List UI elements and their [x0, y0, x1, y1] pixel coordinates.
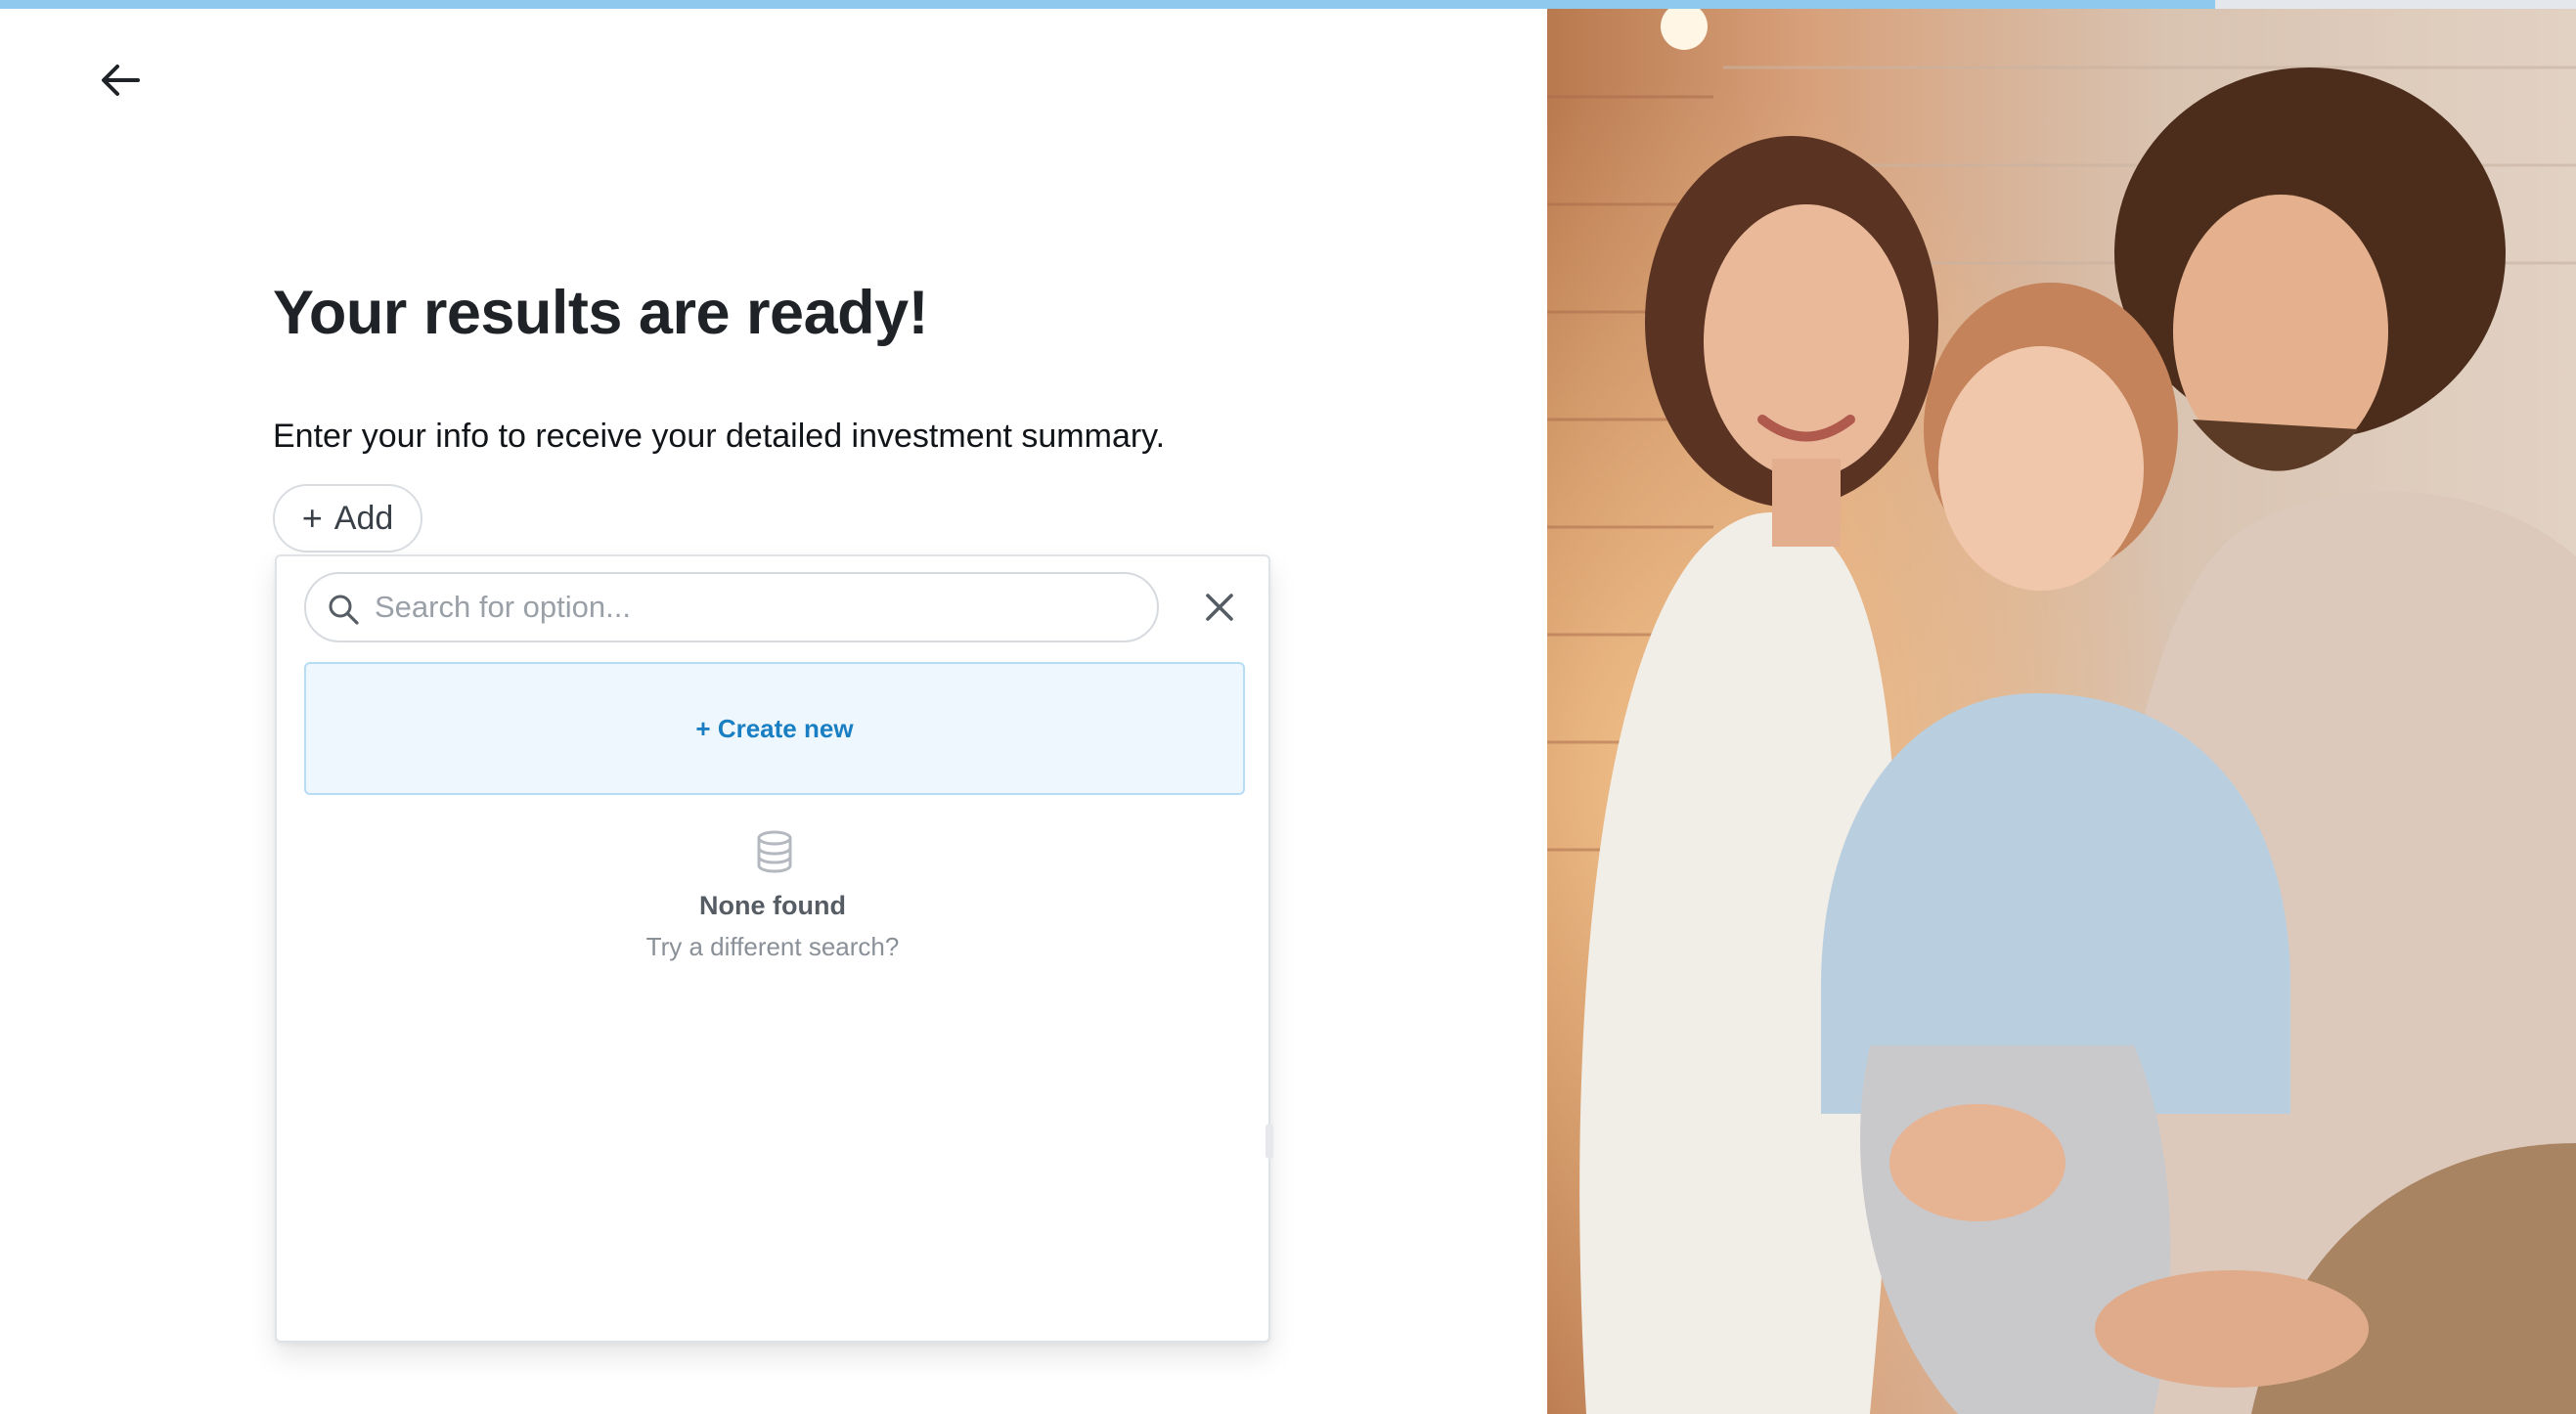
add-button-label: Add: [333, 499, 394, 537]
add-button[interactable]: + Add: [273, 484, 422, 552]
back-button[interactable]: [94, 54, 147, 107]
close-button[interactable]: [1196, 584, 1243, 631]
create-new-button[interactable]: + Create new: [304, 662, 1245, 795]
empty-state-title: None found: [699, 891, 846, 920]
scrollbar[interactable]: [1266, 1124, 1273, 1159]
option-dropdown: + Create new None found Try a different …: [275, 554, 1270, 1343]
page: Your results are ready! Enter your info …: [0, 0, 2576, 1414]
family-photo-illustration: [1547, 9, 2576, 1414]
search-field[interactable]: [304, 572, 1159, 642]
search-input[interactable]: [373, 580, 1135, 635]
arrow-left-icon: [102, 65, 140, 96]
plus-icon: +: [301, 498, 323, 538]
empty-state-subtitle: Try a different search?: [645, 932, 900, 961]
page-subtitle: Enter your info to receive your detailed…: [273, 418, 1166, 455]
search-icon: [329, 595, 359, 625]
family-photo: [1547, 9, 2576, 1414]
progress-bar: [0, 0, 2576, 9]
form-panel: Your results are ready! Enter your info …: [0, 9, 1547, 1414]
close-icon: [1206, 594, 1233, 621]
progress-fill: [0, 0, 2216, 9]
database-icon: [757, 830, 792, 873]
page-title: Your results are ready!: [273, 279, 929, 347]
